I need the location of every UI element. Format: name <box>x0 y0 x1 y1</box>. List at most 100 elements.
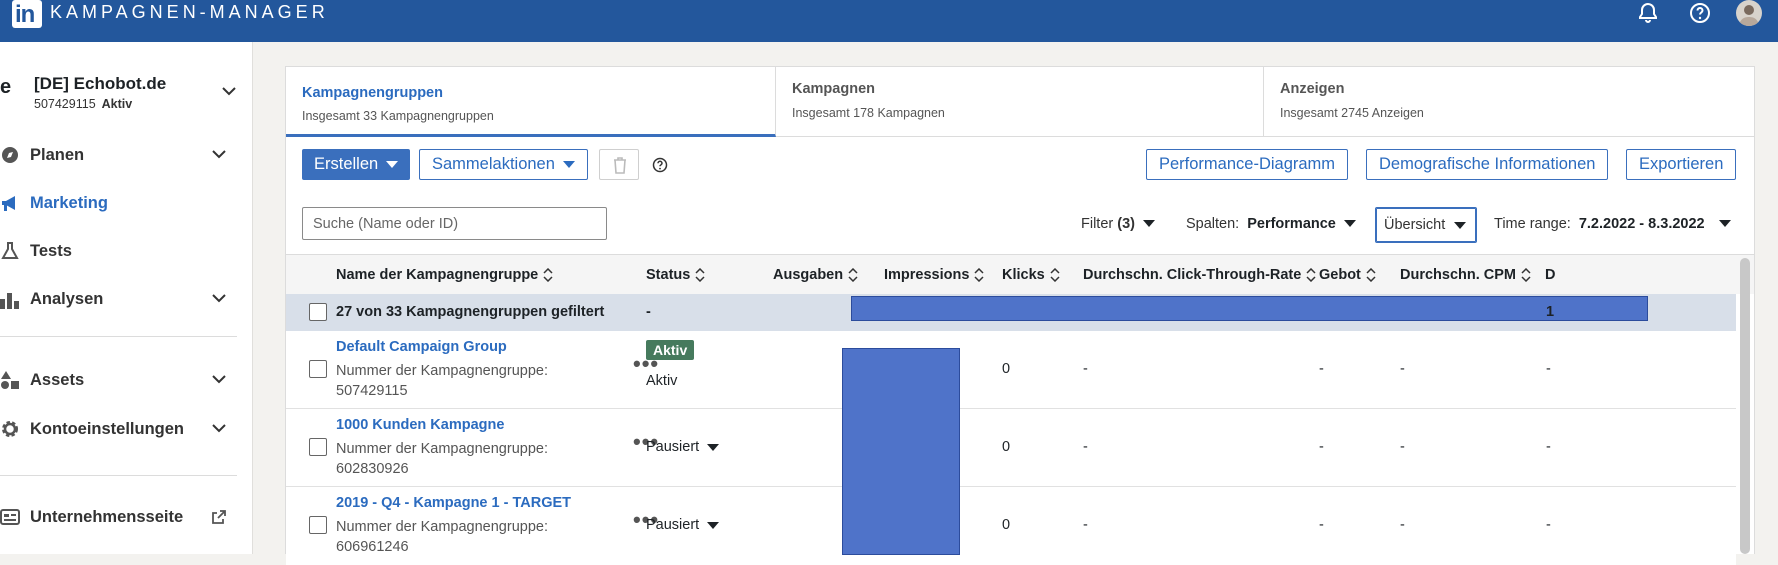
caret-down-icon <box>1143 220 1155 227</box>
status-dropdown[interactable]: Pausiert <box>646 517 720 533</box>
ctr-value: - <box>1083 517 1088 533</box>
sidebar: e [DE] Echobot.de 507429115 Aktiv Planen … <box>0 42 253 554</box>
linkedin-logo[interactable]: in <box>12 0 42 28</box>
bid-value: - <box>1319 517 1324 533</box>
sort-icon <box>1306 268 1316 282</box>
caret-down-icon <box>1343 220 1356 227</box>
column-header-status[interactable]: Status <box>646 267 706 283</box>
time-range-value: 7.2.2022 - 8.3.2022 <box>1578 215 1705 232</box>
column-header-more[interactable]: D <box>1545 267 1555 283</box>
columns-dropdown[interactable]: Spalten: Performance <box>1186 207 1356 240</box>
column-header-cpm[interactable]: Durchschn. CPM <box>1400 267 1532 283</box>
columns-label: Spalten: <box>1186 215 1240 232</box>
view-select[interactable]: Übersicht <box>1375 207 1477 243</box>
export-button[interactable]: Exportieren <box>1626 149 1737 180</box>
time-range-dropdown[interactable]: Time range: 7.2.2022 - 8.3.2022 <box>1494 207 1731 240</box>
table-row: Default Campaign Group Nummer der Kampag… <box>286 331 1736 409</box>
sidebar-item-label: Analysen <box>30 289 104 308</box>
performance-chart-button[interactable]: Performance-Diagramm <box>1146 149 1349 180</box>
tab-subtitle: Insgesamt 178 Kampagnen <box>792 106 945 120</box>
column-header-spend[interactable]: Ausgaben <box>773 267 859 283</box>
sidebar-item-planen[interactable]: Planen <box>0 140 240 170</box>
cpm-value: - <box>1400 517 1405 533</box>
spend-bar <box>842 348 960 555</box>
create-button-label: Erstellen <box>314 155 379 173</box>
account-chevron-down-icon[interactable] <box>222 86 236 96</box>
search-input[interactable]: Suche (Name oder ID) <box>302 207 607 240</box>
bulk-actions-button[interactable]: Sammelaktionen <box>419 149 588 180</box>
bid-value: - <box>1319 361 1324 377</box>
sidebar-item-marketing[interactable]: Marketing <box>0 188 240 218</box>
status-badge: Aktiv <box>646 340 695 360</box>
entity-tabs: Kampagnengruppen Insgesamt 33 Kampagneng… <box>286 67 1754 137</box>
sidebar-divider <box>0 475 237 476</box>
cpm-value: - <box>1400 439 1405 455</box>
sidebar-item-analysen[interactable]: Analysen <box>0 284 240 314</box>
account-id: 507429115 <box>34 97 96 111</box>
help-icon[interactable] <box>1688 0 1712 26</box>
row-checkbox[interactable] <box>309 516 327 534</box>
column-header-ctr[interactable]: Durchschn. Click-Through-Rate <box>1083 267 1317 283</box>
tab-title: Kampagnengruppen <box>302 85 443 101</box>
filter-dropdown[interactable]: Filter (3) <box>1081 207 1155 240</box>
campaign-group-name-link[interactable]: 1000 Kunden Kampagne <box>336 417 504 433</box>
spend-total-bar <box>851 296 1648 321</box>
help-circle-icon[interactable] <box>652 157 668 173</box>
sidebar-item-tests[interactable]: Tests <box>0 236 240 266</box>
campaign-group-name-link[interactable]: 2019 - Q4 - Kampagne 1 - TARGET <box>336 495 571 511</box>
select-all-checkbox[interactable] <box>309 303 327 321</box>
sort-icon <box>1366 268 1376 282</box>
row-checkbox[interactable] <box>309 438 327 456</box>
ctr-value: - <box>1083 361 1088 377</box>
tab-anzeigen[interactable]: Anzeigen Insgesamt 2745 Anzeigen <box>1264 67 1754 137</box>
column-header-impressions[interactable]: Impressions <box>884 267 985 283</box>
status-dropdown[interactable]: Pausiert <box>646 439 720 455</box>
caret-down-icon <box>707 522 720 529</box>
column-header-bid[interactable]: Gebot <box>1319 267 1377 283</box>
chevron-down-icon <box>212 150 226 159</box>
shapes-icon <box>1 371 19 389</box>
company-page-icon <box>0 509 20 525</box>
cpm-value: - <box>1400 361 1405 377</box>
sort-icon <box>1050 268 1060 282</box>
column-header-clicks[interactable]: Klicks <box>1002 267 1061 283</box>
caret-down-icon <box>1718 220 1731 227</box>
chevron-down-icon <box>212 294 226 303</box>
column-header-name[interactable]: Name der Kampagnengruppe <box>336 267 554 283</box>
table-scrollbar[interactable] <box>1740 258 1750 554</box>
table-header: Name der Kampagnengruppe Status Ausgaben… <box>286 254 1754 294</box>
row-checkbox[interactable] <box>309 360 327 378</box>
sort-icon <box>695 268 705 282</box>
filter-count: (3) <box>1117 215 1135 232</box>
megaphone-icon <box>2 196 15 211</box>
account-name[interactable]: [DE] Echobot.de <box>34 74 166 94</box>
bell-icon[interactable] <box>1636 0 1660 26</box>
account-status: Aktiv <box>101 97 133 111</box>
delete-button[interactable] <box>599 149 639 180</box>
campaign-group-name-link[interactable]: Default Campaign Group <box>336 339 507 355</box>
campaign-group-number: Nummer der Kampagnengruppe: 602830926 <box>336 441 548 477</box>
view-value: Übersicht <box>1384 217 1446 233</box>
sidebar-item-assets[interactable]: Assets <box>0 365 240 395</box>
filter-label: Filter <box>1081 215 1114 232</box>
last-value: - <box>1546 439 1551 455</box>
last-value: - <box>1546 361 1551 377</box>
columns-value: Performance <box>1247 215 1336 232</box>
sidebar-item-kontoeinstellungen[interactable]: Kontoeinstellungen <box>0 414 240 444</box>
tab-kampagnen[interactable]: Kampagnen Insgesamt 178 Kampagnen <box>776 67 1264 137</box>
user-avatar[interactable] <box>1736 0 1762 26</box>
table-row: 1000 Kunden Kampagne Nummer der Kampagne… <box>286 409 1736 487</box>
clicks-value: 0 <box>1002 439 1011 455</box>
tab-kampagnengruppen[interactable]: Kampagnengruppen Insgesamt 33 Kampagneng… <box>286 67 776 137</box>
caret-down-icon <box>562 161 575 168</box>
create-button[interactable]: Erstellen <box>302 149 411 180</box>
sidebar-item-unternehmensseite[interactable]: Unternehmensseite <box>0 502 240 532</box>
ctr-value: - <box>1083 439 1088 455</box>
demographics-button[interactable]: Demografische Informationen <box>1366 149 1609 180</box>
summary-row: 27 von 33 Kampagnengruppen gefiltert - 1 <box>286 294 1736 331</box>
trash-icon <box>614 157 626 174</box>
sidebar-item-label: Assets <box>30 370 85 389</box>
last-value: - <box>1546 517 1551 533</box>
caret-down-icon <box>386 161 399 168</box>
table-row: 2019 - Q4 - Kampagne 1 - TARGET Nummer d… <box>286 487 1736 565</box>
